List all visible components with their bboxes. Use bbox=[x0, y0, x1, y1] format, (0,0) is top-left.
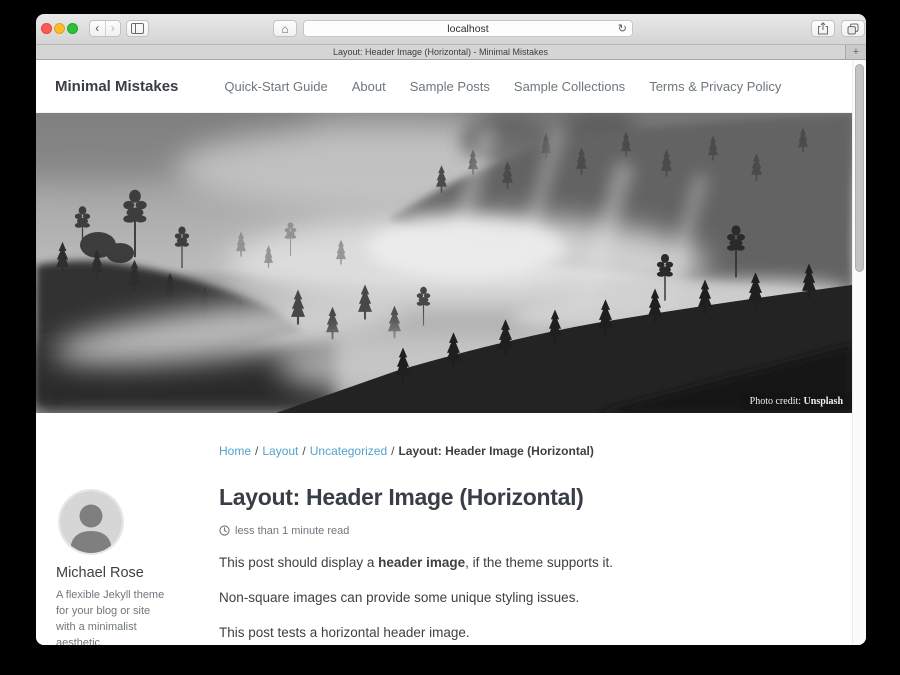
share-button[interactable] bbox=[811, 20, 835, 37]
author-bio: A flexible Jekyll theme for your blog or… bbox=[56, 588, 168, 645]
avatar bbox=[60, 491, 122, 553]
window-controls bbox=[41, 23, 78, 34]
foggy-forest-photo bbox=[36, 113, 852, 413]
address-bar[interactable]: localhost ↻ bbox=[303, 20, 633, 37]
reload-icon: ↻ bbox=[618, 22, 627, 35]
article-paragraph: Non-square images can provide some uniqu… bbox=[219, 589, 779, 607]
site-nav: Quick-Start Guide About Sample Posts Sam… bbox=[178, 79, 781, 94]
tab-title: Layout: Header Image (Horizontal) - Mini… bbox=[333, 47, 548, 57]
page-content: Michael Rose A flexible Jekyll theme for… bbox=[36, 413, 866, 645]
url-text: localhost bbox=[304, 21, 632, 36]
forward-button[interactable]: › bbox=[106, 21, 121, 36]
reload-button[interactable]: ↻ bbox=[618, 21, 627, 36]
nav-terms-privacy[interactable]: Terms & Privacy Policy bbox=[649, 79, 781, 94]
show-tabs-button[interactable] bbox=[841, 20, 865, 37]
paragraph-text: This post should display a bbox=[219, 555, 378, 570]
back-icon: ‹ bbox=[95, 21, 99, 35]
paragraph-text: This post tests a horizontal header imag… bbox=[219, 625, 470, 640]
nav-about[interactable]: About bbox=[352, 79, 386, 94]
browser-window: ‹ › ⌂ localhost ↻ bbox=[36, 14, 866, 645]
history-nav-group: ‹ › bbox=[89, 20, 121, 37]
tabs-icon bbox=[847, 23, 859, 35]
close-window-button[interactable] bbox=[41, 23, 52, 34]
author-name: Michael Rose bbox=[56, 565, 208, 581]
article-paragraph: This post should display a header image,… bbox=[219, 554, 779, 572]
nav-sample-posts[interactable]: Sample Posts bbox=[410, 79, 490, 94]
site-masthead: Minimal Mistakes Quick-Start Guide About… bbox=[36, 60, 866, 113]
header-image: Photo credit: Unsplash bbox=[36, 113, 852, 413]
home-button[interactable]: ⌂ bbox=[273, 20, 297, 37]
site-title-link[interactable]: Minimal Mistakes bbox=[55, 78, 178, 95]
sidebar-toggle-button[interactable] bbox=[126, 20, 149, 37]
breadcrumb-home[interactable]: Home bbox=[219, 444, 251, 458]
zoom-window-button[interactable] bbox=[67, 23, 78, 34]
read-time-meta: less than 1 minute read bbox=[219, 525, 866, 537]
breadcrumb-separator: / bbox=[255, 444, 258, 458]
browser-toolbar: ‹ › ⌂ localhost ↻ bbox=[36, 14, 866, 45]
page-title: Layout: Header Image (Horizontal) bbox=[219, 485, 866, 509]
clock-icon bbox=[219, 525, 230, 536]
breadcrumb-separator: / bbox=[302, 444, 305, 458]
paragraph-text: , if the theme supports it. bbox=[465, 555, 613, 570]
article-paragraph: This post tests a horizontal header imag… bbox=[219, 624, 779, 642]
article-column: Home / Layout / Uncategorized / Layout: Header… bbox=[219, 413, 866, 645]
tab-bar: Layout: Header Image (Horizontal) - Mini… bbox=[36, 45, 866, 60]
nav-sample-collections[interactable]: Sample Collections bbox=[514, 79, 625, 94]
new-tab-button[interactable]: + bbox=[846, 45, 866, 59]
screen: ‹ › ⌂ localhost ↻ bbox=[0, 0, 900, 675]
forward-icon: › bbox=[111, 21, 115, 35]
page-viewport: Minimal Mistakes Quick-Start Guide About… bbox=[36, 60, 866, 645]
breadcrumb-layout[interactable]: Layout bbox=[262, 444, 298, 458]
active-tab[interactable]: Layout: Header Image (Horizontal) - Mini… bbox=[36, 45, 846, 59]
breadcrumb-separator: / bbox=[391, 444, 394, 458]
breadcrumb-current: Layout: Header Image (Horizontal) bbox=[398, 444, 593, 458]
paragraph-bold-text: header image bbox=[378, 555, 465, 570]
minimize-window-button[interactable] bbox=[54, 23, 65, 34]
scrollbar-track[interactable] bbox=[852, 60, 866, 645]
home-icon: ⌂ bbox=[281, 22, 288, 36]
nav-quick-start-guide[interactable]: Quick-Start Guide bbox=[224, 79, 327, 94]
photo-credit-prefix: Photo credit: bbox=[750, 396, 804, 407]
author-sidebar: Michael Rose A flexible Jekyll theme for… bbox=[56, 413, 208, 645]
back-button[interactable]: ‹ bbox=[90, 21, 106, 36]
share-icon bbox=[817, 22, 829, 35]
person-silhouette-icon bbox=[60, 491, 122, 553]
plus-icon: + bbox=[853, 46, 859, 58]
sidebar-icon bbox=[131, 23, 144, 34]
scrollbar-thumb[interactable] bbox=[855, 64, 864, 272]
breadcrumb: Home / Layout / Uncategorized / Layout: Header… bbox=[219, 444, 866, 458]
photo-credit: Photo credit: Unsplash bbox=[741, 393, 852, 410]
breadcrumb-uncategorized[interactable]: Uncategorized bbox=[310, 444, 387, 458]
paragraph-text: Non-square images can provide some uniqu… bbox=[219, 590, 579, 605]
photo-credit-source: Unsplash bbox=[804, 396, 843, 407]
read-time-text: less than 1 minute read bbox=[235, 525, 349, 537]
